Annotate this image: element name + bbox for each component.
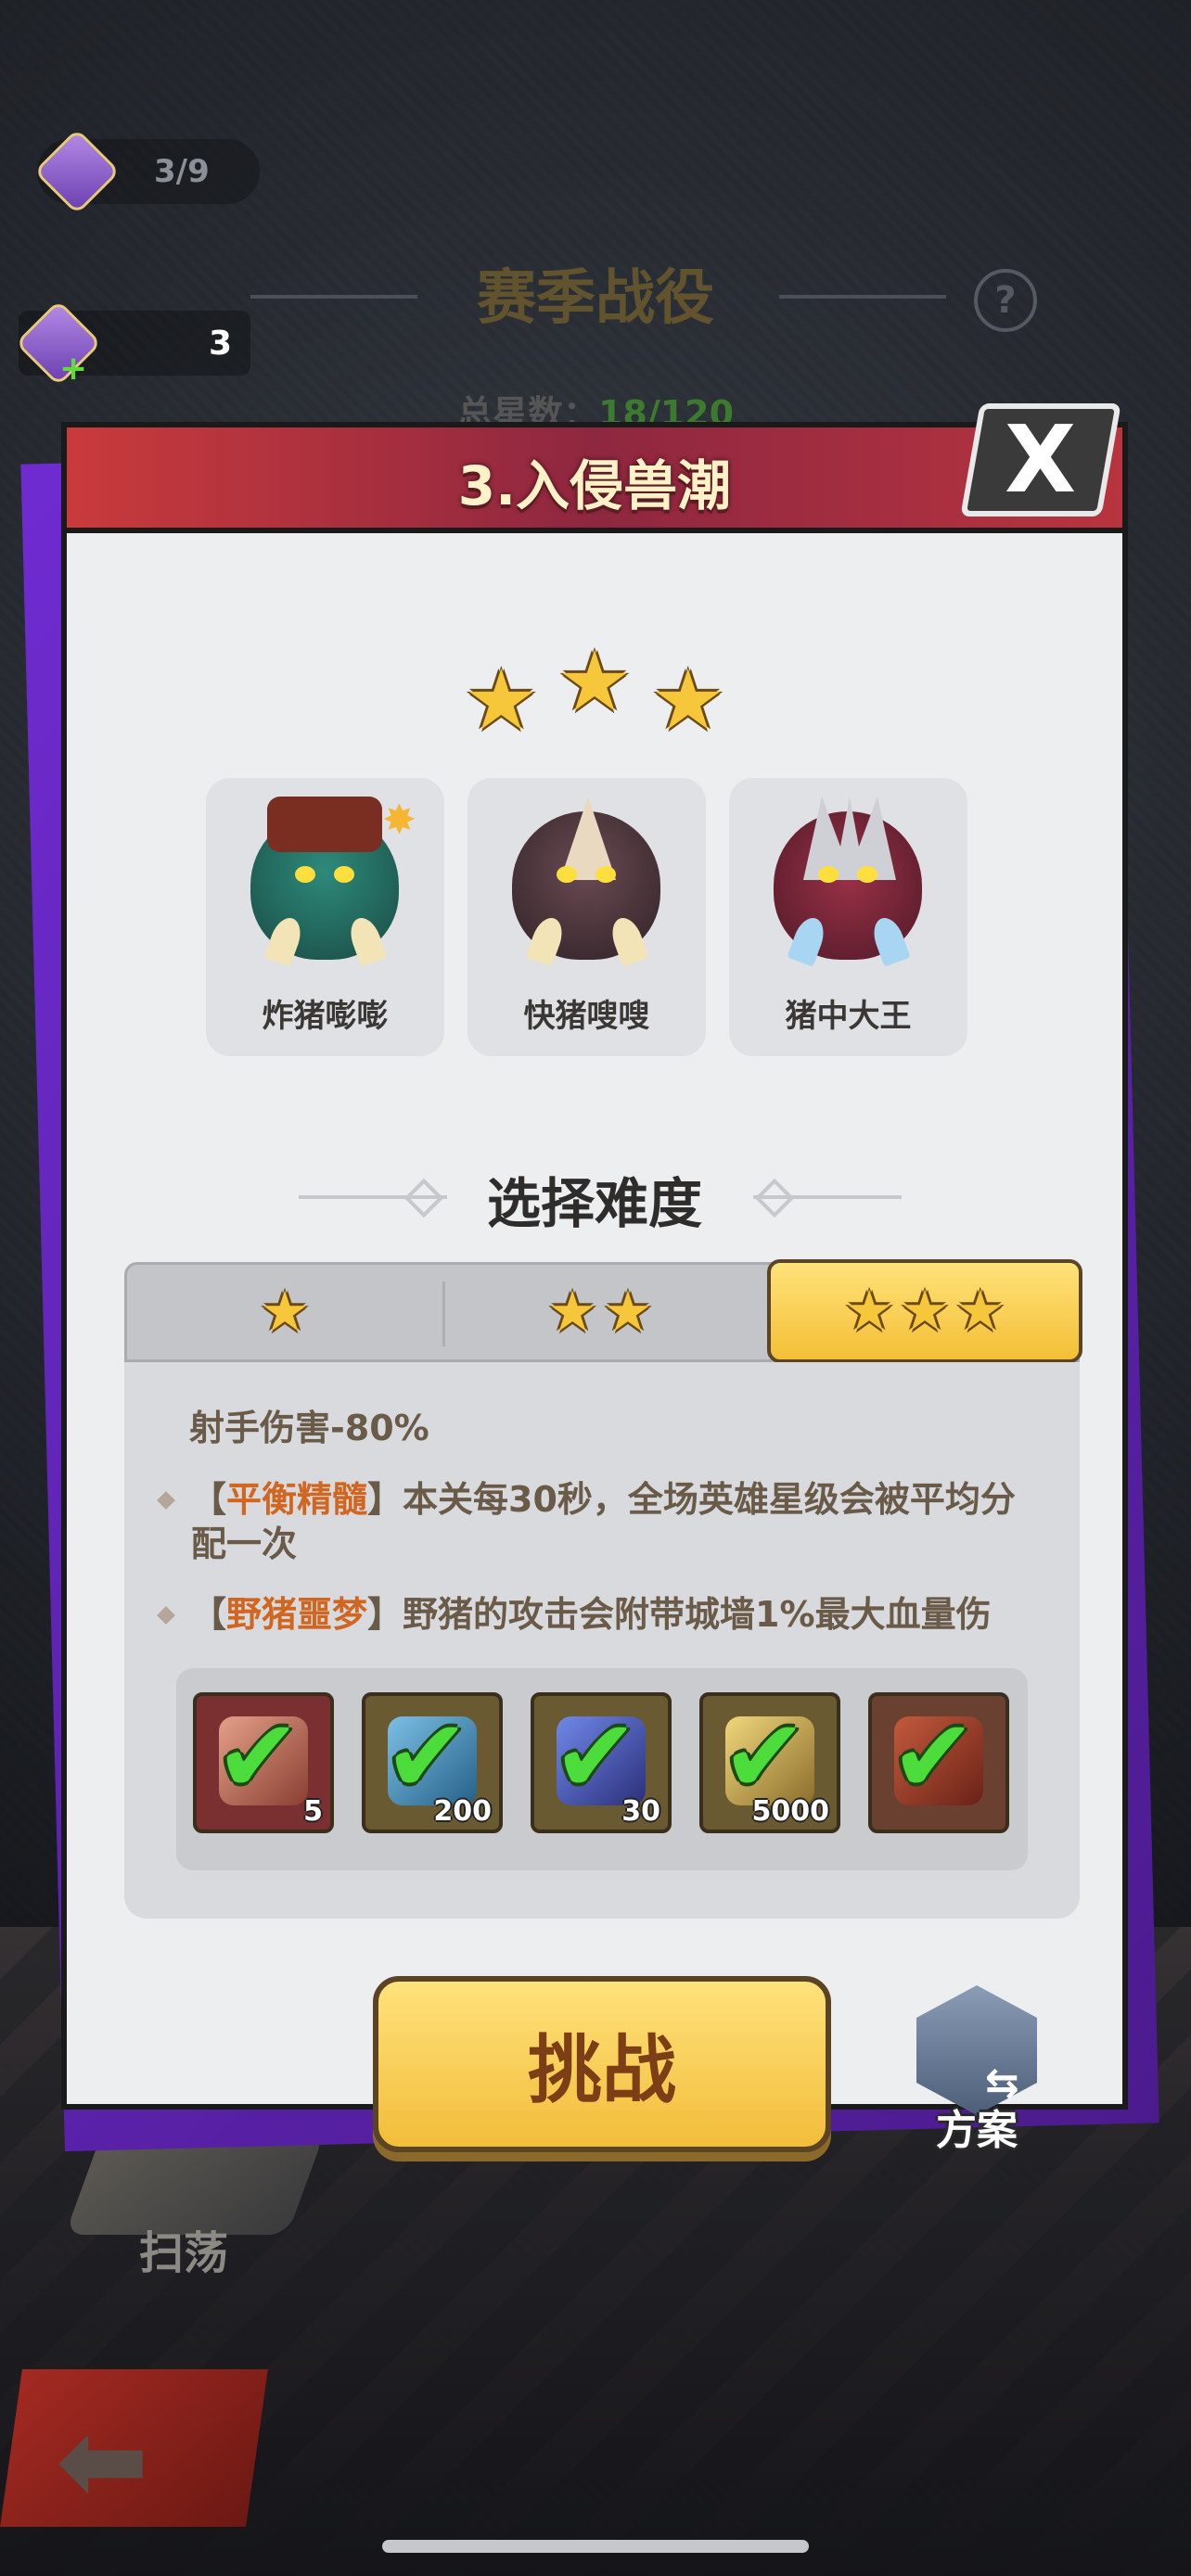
difficulty-tabs: ★ ★ ★ ★ ★ ★ <box>124 1259 1082 1382</box>
spark-icon: ✸ <box>382 797 416 844</box>
challenge-button[interactable]: 挑战 <box>373 1976 831 2152</box>
check-icon: ✔ <box>553 1697 639 1816</box>
boss-card[interactable]: ✸ 炸猪嘭嘭 <box>206 778 444 1056</box>
boss-card[interactable]: 猪中大王 <box>729 778 967 1056</box>
bullet-icon <box>157 1491 175 1510</box>
reward-qty: 5 <box>303 1795 323 1828</box>
season-divider-right <box>779 295 946 299</box>
add-icon[interactable]: + <box>59 350 87 388</box>
bullet-icon <box>157 1606 175 1625</box>
home-indicator[interactable] <box>382 2540 809 2553</box>
sweep-label: 扫荡 <box>139 2227 229 2279</box>
divider-right <box>753 1195 902 1199</box>
boss-name: 快猪嗖嗖 <box>523 998 650 1035</box>
back-button[interactable]: ⬅ <box>0 2369 268 2527</box>
boss-card[interactable]: 快猪嗖嗖 <box>467 778 706 1056</box>
boss-name: 炸猪嘭嘭 <box>262 998 389 1035</box>
star-icon: ★ <box>603 1280 653 1345</box>
difficulty-tab-3-star[interactable]: ★ ★ ★ <box>767 1259 1082 1382</box>
boss-name: 猪中大王 <box>785 998 912 1035</box>
rule-balance: 【平衡精髓】本关每30秒，全场英雄星级会被平均分配一次 <box>191 1477 1044 1566</box>
rule-bracket: 【 <box>191 1479 227 1520</box>
plan-label: 方案 <box>936 2107 1018 2154</box>
reward-slot[interactable]: ✔ 5 <box>193 1692 334 1833</box>
star-icon: ★ <box>900 1279 950 1344</box>
barrel-hat <box>267 797 382 852</box>
rule-text: 野猪的攻击会附带城墙1%最大血量伤 <box>403 1594 992 1635</box>
difficulty-tab-1-star[interactable]: ★ <box>127 1265 442 1359</box>
rule-bracket: 【 <box>191 1594 227 1635</box>
star-icon: ★ <box>650 652 726 749</box>
boss-list: ✸ 炸猪嘭嘭 快猪嗖嗖 猪中大王 <box>206 778 967 1056</box>
difficulty-tab-2-star[interactable]: ★ ★ <box>442 1265 758 1359</box>
reward-slot[interactable]: ✔ 30 <box>531 1692 672 1833</box>
star-icon: ★ <box>954 1279 1005 1344</box>
rewards-box: ✔ 5 ✔ 200 ✔ 30 ✔ 5000 ✔ <box>176 1668 1028 1870</box>
eye <box>818 866 839 883</box>
reward-qty: 200 <box>433 1795 492 1828</box>
difficulty-effect: 射手伤害-80% <box>189 1408 429 1448</box>
dialog-body: ★ ★ ★ ✸ 炸猪嘭嘭 快猪嗖嗖 猪中大王 选择难度 ★ ★ ★ ★ ★ ★ … <box>61 524 1128 2154</box>
challenge-label: 挑战 <box>528 2027 676 2113</box>
reward-qty: 5000 <box>751 1795 830 1828</box>
check-icon: ✔ <box>384 1697 470 1816</box>
sweep-button[interactable]: 扫荡 <box>64 2133 326 2281</box>
check-icon: ✔ <box>215 1697 301 1816</box>
reward-qty: 30 <box>621 1795 660 1828</box>
boar-crest <box>803 797 896 880</box>
eye <box>557 866 577 883</box>
rule-bracket: 】 <box>367 1479 403 1520</box>
help-icon[interactable]: ? <box>974 269 1037 332</box>
top-counter-value: 3/9 <box>154 153 210 190</box>
plan-button[interactable]: ⇆ 方案 <box>907 1985 1046 2162</box>
star-icon: ★ <box>844 1279 895 1344</box>
rule-bracket: 】 <box>367 1594 403 1635</box>
rule-keyword: 平衡精髓 <box>226 1479 368 1520</box>
star-icon: ★ <box>260 1280 310 1345</box>
reward-slot[interactable]: ✔ <box>868 1692 1009 1833</box>
rule-boar: 【野猪噩梦】野猪的攻击会附带城墙1%最大血量伤 <box>191 1592 1044 1637</box>
earned-stars: ★ ★ ★ <box>67 641 1122 749</box>
level-dialog: ★ ★ ★ ✸ 炸猪嘭嘭 快猪嗖嗖 猪中大王 选择难度 ★ ★ ★ ★ ★ ★ … <box>20 403 1159 2154</box>
star-icon: ★ <box>557 633 633 731</box>
star-icon: ★ <box>463 652 539 749</box>
top-counter: 3/9 <box>33 128 260 215</box>
close-icon: X <box>1005 405 1077 514</box>
close-button[interactable]: X <box>960 403 1121 516</box>
eye <box>857 866 877 883</box>
difficulty-detail: 射手伤害-80% 【平衡精髓】本关每30秒，全场英雄星级会被平均分配一次 【野猪… <box>124 1362 1080 1919</box>
difficulty-title: 选择难度 <box>486 1172 702 1235</box>
check-icon: ✔ <box>722 1697 808 1816</box>
check-icon: ✔ <box>890 1697 977 1816</box>
reward-slot[interactable]: ✔ 200 <box>362 1692 503 1833</box>
eye <box>596 866 616 883</box>
eye <box>334 866 354 883</box>
eye <box>295 866 315 883</box>
star-icon: ★ <box>547 1280 597 1345</box>
rule-keyword: 野猪噩梦 <box>226 1594 368 1635</box>
reward-slot[interactable]: ✔ 5000 <box>699 1692 840 1833</box>
back-arrow-icon: ⬅ <box>55 2397 149 2526</box>
